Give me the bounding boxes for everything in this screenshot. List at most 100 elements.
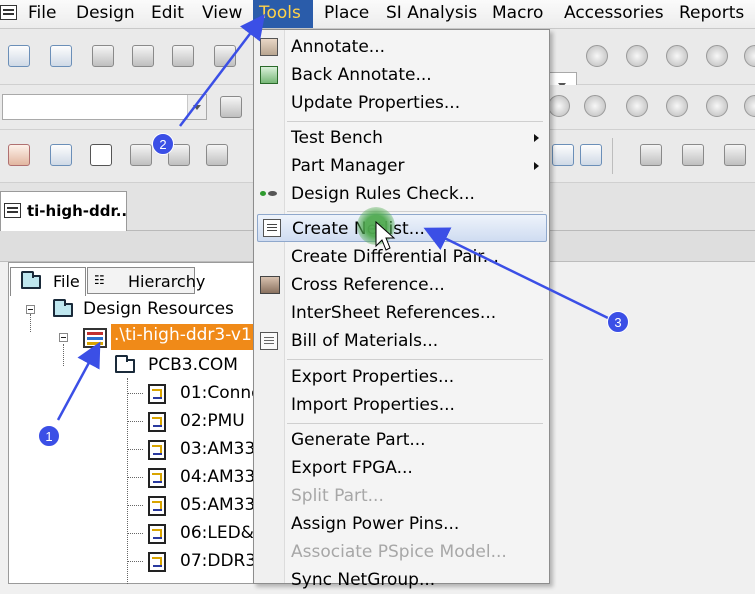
menu-item-label: Import Properties... [291, 395, 455, 415]
drc-icon [260, 188, 278, 198]
schematic-page-icon [148, 468, 166, 488]
back-annotate-icon [260, 66, 278, 84]
menu-design[interactable]: Design [70, 0, 141, 28]
zoom-area-icon[interactable] [666, 45, 688, 67]
menu-item-part-manager[interactable]: Part Manager [254, 152, 549, 180]
menu-item-label: Bill of Materials... [291, 331, 439, 351]
tab-hierarchy[interactable]: ☷ Hierarchy [87, 267, 205, 294]
menu-item-test-bench[interactable]: Test Bench [254, 124, 549, 152]
tab-file-label: File [53, 272, 80, 291]
menu-item-sync-netgroup[interactable]: Sync NetGroup... [254, 566, 549, 594]
menu-item-associate-pspice-model: Associate PSpice Model... [254, 538, 549, 566]
menu-item-bill-of-materials[interactable]: Bill of Materials... [254, 327, 549, 355]
menu-bar: File Design Edit View Tools Place SI Ana… [0, 0, 755, 29]
menu-item-export-properties[interactable]: Export Properties... [254, 363, 549, 391]
menu-view[interactable]: View [196, 0, 248, 28]
menu-item-generate-part[interactable]: Generate Part... [254, 426, 549, 454]
probe-extra-icon[interactable] [744, 95, 755, 117]
grid-icon[interactable] [50, 144, 72, 166]
tree-item-page[interactable]: 04:AM33 [180, 467, 255, 487]
menu-item-label: Assign Power Pins... [291, 514, 460, 534]
probe-w2-icon[interactable] [706, 95, 728, 117]
menu-file[interactable]: File [22, 0, 62, 28]
tree-item-design-selected[interactable]: .\ti-high-ddr3-v1 [111, 324, 253, 350]
tree-connector [127, 505, 143, 506]
new-file-icon[interactable] [8, 45, 30, 67]
part-icon[interactable] [130, 144, 152, 166]
zoom-in-icon[interactable] [586, 45, 608, 67]
tools-menu-dropdown: Annotate... Back Annotate... Update Prop… [253, 29, 550, 590]
menu-si-analysis[interactable]: SI Analysis [380, 0, 483, 28]
menu-place[interactable]: Place [318, 0, 375, 28]
step-badge-2: 2 [152, 133, 174, 155]
cut-icon[interactable] [172, 45, 194, 67]
collapse-toggle[interactable] [59, 333, 68, 342]
tree-item-page[interactable]: 01:Conne [180, 383, 262, 403]
menu-separator [287, 423, 543, 424]
tree-connector [127, 477, 143, 478]
tree-item-folder[interactable]: PCB3.COM [148, 355, 238, 375]
menu-item-cross-reference[interactable]: Cross Reference... [254, 271, 549, 299]
graph-icon[interactable] [220, 96, 242, 118]
menu-item-design-rules-check[interactable]: Design Rules Check... [254, 180, 549, 208]
menu-accessories[interactable]: Accessories [558, 0, 670, 28]
menu-macro[interactable]: Macro [486, 0, 549, 28]
probe-p-icon[interactable] [626, 95, 648, 117]
menu-item-create-netlist[interactable]: Create Netlist... [257, 214, 547, 242]
toolbar-separator [612, 138, 613, 174]
document-tab[interactable]: ti-high-ddr... [0, 191, 127, 231]
tab-file[interactable]: File [10, 267, 86, 296]
menu-item-label: Associate PSpice Model... [291, 542, 507, 562]
menu-item-export-fpga[interactable]: Export FPGA... [254, 454, 549, 482]
menu-item-import-properties[interactable]: Import Properties... [254, 391, 549, 419]
schematic-page-icon [148, 496, 166, 516]
collapse-toggle[interactable] [26, 305, 35, 314]
tree-connector [127, 561, 143, 562]
probe-v-icon[interactable] [584, 95, 606, 117]
menu-item-back-annotate[interactable]: Back Annotate... [254, 61, 549, 89]
print-icon[interactable] [132, 45, 154, 67]
zoom-out-icon[interactable] [626, 45, 648, 67]
menu-item-label: InterSheet References... [291, 303, 497, 323]
menu-item-label: Generate Part... [291, 430, 426, 450]
schematic-page-icon [148, 440, 166, 460]
search-combo[interactable] [2, 94, 207, 120]
tree-item-page[interactable]: 03:AM33 [180, 439, 255, 459]
menu-tools[interactable]: Tools [253, 0, 313, 28]
design-resources-folder-icon [53, 299, 73, 317]
menu-item-assign-power-pins[interactable]: Assign Power Pins... [254, 510, 549, 538]
arrow-green-icon[interactable] [552, 144, 574, 166]
delete-icon[interactable] [580, 144, 602, 166]
menu-edit[interactable]: Edit [145, 0, 190, 28]
align-left-icon[interactable] [640, 144, 662, 166]
app-icon[interactable] [0, 5, 17, 20]
align-right-icon[interactable] [724, 144, 746, 166]
tree-connector [63, 344, 64, 366]
tree-connector [127, 449, 143, 450]
copy-icon[interactable] [214, 45, 236, 67]
open-folder-icon[interactable] [50, 45, 72, 67]
tree-item-page[interactable]: 05:AM33 [180, 495, 255, 515]
gift-icon[interactable] [8, 144, 30, 166]
tree-item-page[interactable]: 06:LED& [180, 523, 254, 543]
zoom-all-icon[interactable] [706, 45, 728, 67]
menu-item-update-properties[interactable]: Update Properties... [254, 89, 549, 117]
menu-item-annotate[interactable]: Annotate... [254, 33, 549, 61]
menu-item-create-differential-pair[interactable]: Create Differential Pair... [254, 243, 549, 271]
tree-item-page[interactable]: 07:DDR3 [180, 551, 256, 571]
menu-item-label: Test Bench [291, 128, 383, 148]
tree-item-page[interactable]: 02:PMU [180, 411, 245, 431]
probe-w-icon[interactable] [548, 95, 570, 117]
align-center-icon[interactable] [682, 144, 704, 166]
chevron-down-icon[interactable] [187, 95, 206, 119]
checklist-icon[interactable] [90, 144, 112, 166]
menu-item-label: Annotate... [291, 37, 385, 57]
menu-item-intersheet-references[interactable]: InterSheet References... [254, 299, 549, 327]
tree-item-design-resources[interactable]: Design Resources [83, 299, 234, 319]
wire-icon[interactable] [206, 144, 228, 166]
save-icon[interactable] [92, 45, 114, 67]
zoom-fit-icon[interactable] [744, 45, 755, 67]
menu-reports[interactable]: Reports [673, 0, 750, 28]
tree-connector [127, 378, 128, 584]
probe-i-icon[interactable] [666, 95, 688, 117]
